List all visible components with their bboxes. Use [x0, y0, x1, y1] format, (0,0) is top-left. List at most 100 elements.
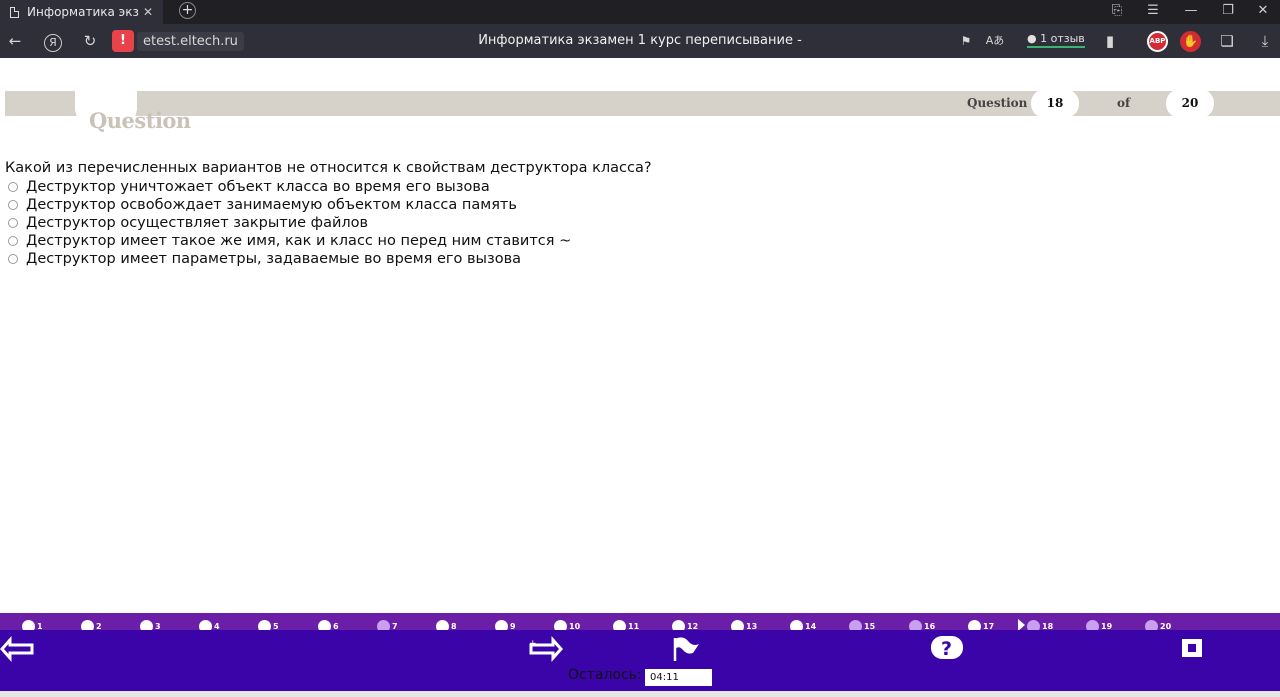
- question-nav-number[interactable]: 11: [628, 622, 639, 630]
- reviews-label: 1 отзыв: [1040, 32, 1085, 45]
- question-nav-number[interactable]: 5: [273, 622, 279, 630]
- question-label: Question: [967, 96, 1028, 110]
- new-tab-button[interactable]: +: [179, 2, 196, 19]
- translate-icon[interactable]: ⚑: [951, 24, 981, 58]
- question-nav-dot[interactable]: [790, 620, 803, 630]
- question-nav-number[interactable]: 19: [1101, 622, 1112, 630]
- reader-icon[interactable]: Aあ: [980, 24, 1010, 58]
- question-nav-dot[interactable]: [849, 620, 862, 630]
- help-icon[interactable]: ?: [930, 635, 964, 665]
- flag-icon[interactable]: [671, 635, 701, 667]
- radio-button[interactable]: [8, 200, 18, 210]
- question-text: Какой из перечисленных вариантов не отно…: [5, 160, 652, 176]
- yandex-icon[interactable]: Я: [38, 24, 68, 58]
- previous-question-icon[interactable]: [0, 636, 36, 666]
- answer-option-label[interactable]: Деструктор уничтожает объект класса во в…: [26, 179, 490, 195]
- question-nav-dot[interactable]: [258, 620, 271, 630]
- answer-option-label[interactable]: Деструктор имеет параметры, задаваемые в…: [26, 251, 521, 267]
- address-bar[interactable]: ! etest.eltech.ru: [112, 30, 244, 52]
- reload-icon[interactable]: ↻: [75, 24, 105, 58]
- question-nav-number[interactable]: 17: [983, 622, 994, 630]
- question-nav-dot[interactable]: [968, 620, 981, 630]
- question-navigation-strip: 1 2 3 4 5 6 7 8 9 10 11 12 13 14 15 16 17 18 19 20: [0, 613, 1280, 630]
- question-nav-number[interactable]: 15: [864, 622, 875, 630]
- question-nav-dot[interactable]: [1027, 620, 1040, 630]
- radio-button[interactable]: [8, 182, 18, 192]
- question-nav-dot[interactable]: [22, 620, 35, 630]
- question-nav-dot[interactable]: [613, 620, 626, 630]
- svg-text:+: +: [529, 639, 537, 649]
- bookmark-icon[interactable]: ▮: [1095, 24, 1125, 58]
- tab-active[interactable]: Информатика экзамен ✕: [0, 0, 163, 24]
- answer-option[interactable]: Деструктор освобождает занимаемую объект…: [8, 196, 517, 214]
- browser-tabbar: Информатика экзамен ✕ + ⎘ ☰ — ❐ ✕: [0, 0, 1280, 24]
- question-nav-number[interactable]: 16: [924, 622, 935, 630]
- question-nav-number[interactable]: 2: [96, 622, 102, 630]
- question-nav-dot[interactable]: [140, 620, 153, 630]
- tab-title: Информатика экзамен: [27, 5, 139, 19]
- bookmarks-panel-icon[interactable]: ⎘: [1098, 0, 1136, 24]
- question-nav-number[interactable]: 9: [510, 622, 516, 630]
- question-nav-number[interactable]: 14: [805, 622, 816, 630]
- radio-button[interactable]: [8, 254, 18, 264]
- question-nav-dot[interactable]: [731, 620, 744, 630]
- download-icon[interactable]: ⤓: [1250, 24, 1280, 58]
- question-nav-dot[interactable]: [377, 620, 390, 630]
- next-question-icon[interactable]: +: [527, 636, 564, 666]
- reviews-button[interactable]: ● 1 отзыв: [1027, 32, 1085, 48]
- question-nav-dot[interactable]: [318, 620, 331, 630]
- back-icon[interactable]: ←: [0, 24, 30, 58]
- answer-option-label[interactable]: Деструктор осуществляет закрытие файлов: [26, 215, 368, 231]
- adblock-icon[interactable]: ABP: [1147, 31, 1168, 52]
- url-host[interactable]: etest.eltech.ru: [137, 31, 244, 51]
- question-nav-dot[interactable]: [1145, 620, 1158, 630]
- current-question-number: 18: [1031, 89, 1079, 118]
- question-nav-dot[interactable]: [495, 620, 508, 630]
- radio-button[interactable]: [8, 218, 18, 228]
- restore-icon[interactable]: ❐: [1209, 0, 1247, 24]
- close-window-icon[interactable]: ✕: [1244, 0, 1280, 24]
- question-nav-dot[interactable]: [909, 620, 922, 630]
- question-nav-number[interactable]: 6: [333, 622, 339, 630]
- question-header-band: [5, 91, 1280, 116]
- of-label: of: [1117, 96, 1131, 110]
- answer-option[interactable]: Деструктор имеет параметры, задаваемые в…: [8, 250, 521, 268]
- question-nav-dot[interactable]: [436, 620, 449, 630]
- question-nav-dot[interactable]: [554, 620, 567, 630]
- browser-toolbar: ← Я ↻ ! etest.eltech.ru Информатика экза…: [0, 24, 1280, 58]
- total-questions-number: 20: [1166, 89, 1214, 118]
- answer-option-label[interactable]: Деструктор освобождает занимаемую объект…: [26, 197, 517, 213]
- answer-option[interactable]: Деструктор осуществляет закрытие файлов: [8, 214, 368, 232]
- time-remaining-value: 04:11: [645, 669, 712, 686]
- question-nav-number[interactable]: 7: [392, 622, 398, 630]
- question-logo: Question: [89, 108, 191, 133]
- stop-hand-icon[interactable]: ✋: [1180, 31, 1201, 52]
- menu-icon[interactable]: ☰: [1134, 0, 1172, 24]
- question-nav-number[interactable]: 12: [687, 622, 698, 630]
- tab-close-icon[interactable]: ✕: [143, 5, 153, 19]
- question-nav-dot[interactable]: [672, 620, 685, 630]
- question-nav-number[interactable]: 18: [1042, 622, 1053, 630]
- extensions-icon[interactable]: ❏: [1212, 24, 1242, 58]
- minimize-icon[interactable]: —: [1172, 0, 1210, 24]
- radio-button[interactable]: [8, 236, 18, 246]
- page-title: Информатика экзамен 1 курс переписывание…: [478, 33, 802, 48]
- comment-icon: ●: [1027, 32, 1037, 45]
- question-nav-dot[interactable]: [199, 620, 212, 630]
- question-nav-number[interactable]: 10: [569, 622, 580, 630]
- question-nav-number[interactable]: 20: [1160, 622, 1171, 630]
- document-icon: [10, 6, 19, 18]
- horizontal-scrollbar[interactable]: [0, 691, 1280, 697]
- answer-option[interactable]: Деструктор имеет такое же имя, как и кла…: [8, 232, 571, 250]
- answer-option-label[interactable]: Деструктор имеет такое же имя, как и кла…: [26, 233, 571, 249]
- question-nav-number[interactable]: 1: [37, 622, 43, 630]
- question-nav-number[interactable]: 3: [155, 622, 161, 630]
- warning-icon[interactable]: !: [112, 30, 134, 52]
- stop-test-icon[interactable]: [1181, 638, 1203, 662]
- question-nav-dot[interactable]: [1086, 620, 1099, 630]
- answer-option[interactable]: Деструктор уничтожает объект класса во в…: [8, 178, 490, 196]
- question-nav-number[interactable]: 8: [451, 622, 457, 630]
- question-nav-number[interactable]: 4: [214, 622, 220, 630]
- question-nav-dot[interactable]: [81, 620, 94, 630]
- question-nav-number[interactable]: 13: [746, 622, 757, 630]
